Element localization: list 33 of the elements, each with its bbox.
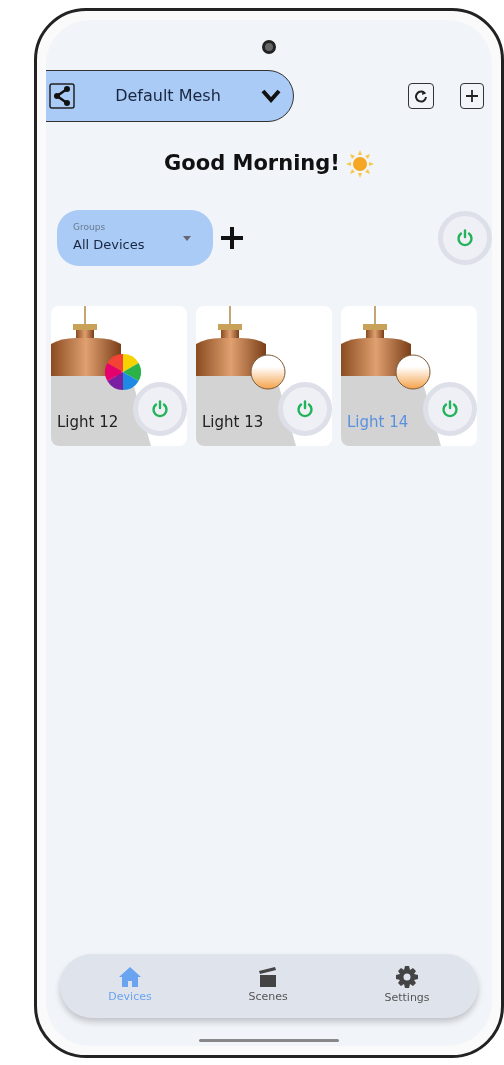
greeting-text: Good Morning! [164,150,340,177]
device-card[interactable]: Light 12 [51,305,187,446]
power-icon [151,399,169,418]
nav-tab[interactable]: Settings [384,965,430,1007]
camera-icon [262,40,276,54]
groups-dropdown[interactable]: Groups All Devices [57,209,213,266]
nav-tab[interactable]: Scenes [248,966,288,1006]
color-temperature-icon [395,353,431,390]
refresh-icon [414,89,428,103]
power-button[interactable] [423,381,477,436]
power-icon [456,228,474,247]
device-name: Light 12 [57,412,119,433]
device-name: Light 14 [347,412,409,433]
device-card[interactable]: Light 13 [196,305,332,446]
mesh-selector[interactable]: Default Mesh [46,70,294,122]
sun-icon [345,149,374,178]
home-icon [119,966,142,987]
power-button[interactable] [133,381,187,436]
power-button[interactable] [278,381,332,436]
color-temperature-icon [250,353,286,390]
dropdown-caret-icon [183,235,191,241]
power-icon [441,399,459,418]
share-icon [49,83,75,109]
chevron-down-icon [261,89,281,103]
clapperboard-icon [258,966,279,987]
plus-icon[interactable] [219,224,245,251]
gear-icon [396,965,419,988]
device-name: Light 13 [202,412,264,433]
refresh-button[interactable] [408,83,434,109]
power-icon [296,399,314,418]
color-wheel-icon [105,353,141,390]
add-button[interactable] [460,83,484,109]
plus-icon [465,89,479,103]
